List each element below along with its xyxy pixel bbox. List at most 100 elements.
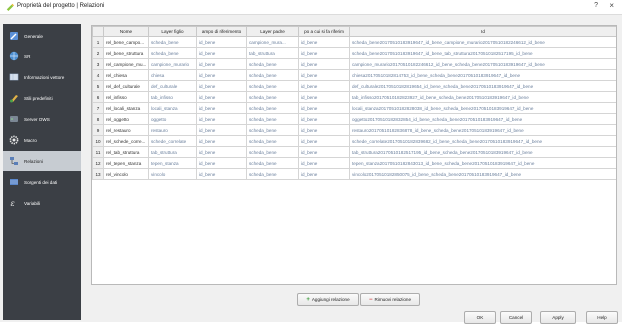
cell-layer-padre[interactable]: scheda_bene xyxy=(246,146,299,158)
cell-campo-riferimento[interactable]: id_bene xyxy=(196,80,247,92)
table-row[interactable]: 12 rel_tepen_stanza tepen_stanza id_bene sch… xyxy=(92,157,616,169)
row-number[interactable]: 10 xyxy=(92,135,104,147)
row-number[interactable]: 8 xyxy=(92,113,104,125)
cell-campo-riferito[interactable]: id_bene xyxy=(298,36,350,48)
sidebar-item-informazioni-vettore[interactable]: Informazioni vettore xyxy=(3,67,81,87)
sidebar-item-server-ows[interactable]: Server OWS xyxy=(3,109,81,129)
cell-id[interactable]: vincolo20170510182850075_id_bene_scheda_… xyxy=(349,168,616,180)
row-number[interactable]: 12 xyxy=(92,157,104,169)
cell-layer-figlio[interactable]: schede_correlate xyxy=(148,135,197,147)
sidebar-item-generale[interactable]: Generale xyxy=(3,26,81,46)
table-row[interactable]: 2 rel_bene_struttura scheda_bene id_bene tab… xyxy=(92,47,616,59)
column-header-id[interactable]: Id xyxy=(349,26,616,37)
row-number[interactable]: 13 xyxy=(92,168,104,180)
table-row[interactable]: 3 rel_campione_mu... campione_murario id_be… xyxy=(92,58,616,70)
cell-layer-padre[interactable]: scheda_bene xyxy=(246,124,299,136)
cell-id[interactable]: scheda_bene20170510183919647_id_bene_tab… xyxy=(349,47,616,59)
cell-nome[interactable]: rel_schede_corre... xyxy=(103,135,149,147)
cell-layer-figlio[interactable]: campione_murario xyxy=(148,58,197,70)
cell-id[interactable]: restauro20170510182836878_id_bene_scheda… xyxy=(349,124,616,136)
cell-campo-riferito[interactable]: id_bene xyxy=(298,113,350,125)
cell-layer-padre[interactable]: scheda_bene xyxy=(246,58,299,70)
column-header-campo-riferito[interactable]: po a cui si fa riferim xyxy=(298,26,350,37)
cell-layer-figlio[interactable]: scheda_bene xyxy=(148,36,197,48)
remove-relation-button[interactable]: − Rimuovi relazione xyxy=(360,293,420,306)
cell-campo-riferito[interactable]: id_bene xyxy=(298,146,350,158)
cell-layer-figlio[interactable]: scheda_bene xyxy=(148,47,197,59)
cell-campo-riferito[interactable]: id_bene xyxy=(298,69,350,81)
cancel-button[interactable]: Cancel xyxy=(500,311,532,324)
cell-layer-figlio[interactable]: def_culturale xyxy=(148,80,197,92)
window-close-button[interactable]: × xyxy=(609,1,614,10)
cell-id[interactable]: tepen_stanza20170510182843013_id_bene_sc… xyxy=(349,157,616,169)
cell-campo-riferimento[interactable]: id_bene xyxy=(196,36,247,48)
cell-id[interactable]: chiesa20170510182814753_id_bene_scheda_b… xyxy=(349,69,616,81)
cell-campo-riferimento[interactable]: id_bene xyxy=(196,113,247,125)
cell-layer-padre[interactable]: scheda_bene xyxy=(246,69,299,81)
table-row[interactable]: 5 rel_def_culturale def_culturale id_bene sc… xyxy=(92,80,616,92)
cell-campo-riferimento[interactable]: id_bene xyxy=(196,157,247,169)
cell-campo-riferimento[interactable]: id_bene xyxy=(196,135,247,147)
cell-nome[interactable]: rel_tab_struttura xyxy=(103,146,149,158)
cell-campo-riferimento[interactable]: id_bene xyxy=(196,146,247,158)
ok-button[interactable]: OK xyxy=(464,311,496,324)
cell-id[interactable]: tab_infisso20170510182823927_id_bene_sch… xyxy=(349,91,616,103)
sidebar-item-stili-predefiniti[interactable]: Stili predefiniti xyxy=(3,88,81,108)
table-row[interactable]: 11 rel_tab_struttura tab_struttura id_bene s… xyxy=(92,146,616,158)
cell-campo-riferimento[interactable]: id_bene xyxy=(196,102,247,114)
cell-id[interactable]: def_culturale20170510182819654_id_bene_s… xyxy=(349,80,616,92)
cell-nome[interactable]: rel_vincolo xyxy=(103,168,149,180)
cell-campo-riferito[interactable]: id_bene xyxy=(298,124,350,136)
cell-nome[interactable]: rel_def_culturale xyxy=(103,80,149,92)
cell-campo-riferito[interactable]: id_bene xyxy=(298,58,350,70)
cell-campo-riferito[interactable]: id_bene xyxy=(298,102,350,114)
cell-layer-figlio[interactable]: locali_stanza xyxy=(148,102,197,114)
cell-nome[interactable]: rel_restauro xyxy=(103,124,149,136)
cell-campo-riferito[interactable]: id_bene xyxy=(298,168,350,180)
column-header-nome[interactable]: Nome xyxy=(103,26,149,37)
cell-campo-riferimento[interactable]: id_bene xyxy=(196,47,247,59)
cell-nome[interactable]: rel_tepen_stanza xyxy=(103,157,149,169)
table-row[interactable]: 1 rel_bene_campo... scheda_bene id_bene camp… xyxy=(92,36,616,48)
sidebar-item-sorgenti-dei-dati[interactable]: Sorgenti dei dati xyxy=(3,172,81,192)
window-help-button[interactable]: ? xyxy=(594,2,598,9)
cell-nome[interactable]: rel_oggetto xyxy=(103,113,149,125)
cell-campo-riferimento[interactable]: id_bene xyxy=(196,69,247,81)
row-number[interactable]: 6 xyxy=(92,91,104,103)
cell-campo-riferito[interactable]: id_bene xyxy=(298,80,350,92)
column-header-layer-figlio[interactable]: Layer figlio xyxy=(148,26,197,37)
cell-nome[interactable]: rel_bene_struttura xyxy=(103,47,149,59)
table-row[interactable]: 13 rel_vincolo vincolo id_bene scheda_bene id… xyxy=(92,168,616,180)
cell-layer-figlio[interactable]: oggetto xyxy=(148,113,197,125)
cell-nome[interactable]: rel_chiesa xyxy=(103,69,149,81)
help-button[interactable]: Help xyxy=(586,311,618,324)
table-row[interactable]: 7 rel_locali_stanza locali_stanza id_bene sc… xyxy=(92,102,616,114)
column-header-layer-padre[interactable]: Layer padre xyxy=(246,26,299,37)
cell-layer-padre[interactable]: scheda_bene xyxy=(246,168,299,180)
cell-layer-padre[interactable]: scheda_bene xyxy=(246,113,299,125)
cell-nome[interactable]: rel_bene_campo... xyxy=(103,36,149,48)
table-corner-cell[interactable] xyxy=(92,26,104,37)
cell-layer-padre[interactable]: scheda_bene xyxy=(246,91,299,103)
sidebar-item-relazioni[interactable]: Relazioni xyxy=(3,151,81,171)
table-row[interactable]: 8 rel_oggetto oggetto id_bene scheda_bene id_… xyxy=(92,113,616,125)
row-number[interactable]: 9 xyxy=(92,124,104,136)
cell-id[interactable]: tab_struttura20170510182517195_id_bene_s… xyxy=(349,146,616,158)
row-number[interactable]: 2 xyxy=(92,47,104,59)
row-number[interactable]: 3 xyxy=(92,58,104,70)
row-number[interactable]: 11 xyxy=(92,146,104,158)
cell-campo-riferito[interactable]: id_bene xyxy=(298,47,350,59)
table-row[interactable]: 10 rel_schede_corre... schede_correlate id_… xyxy=(92,135,616,147)
table-row[interactable]: 9 rel_restauro restauro id_bene scheda_bene i… xyxy=(92,124,616,136)
cell-campo-riferito[interactable]: id_bene xyxy=(298,91,350,103)
cell-layer-figlio[interactable]: tepen_stanza xyxy=(148,157,197,169)
cell-layer-padre[interactable]: tab_struttura xyxy=(246,47,299,59)
sidebar-item-macro[interactable]: Macro xyxy=(3,130,81,150)
cell-layer-padre[interactable]: scheda_bene xyxy=(246,157,299,169)
cell-layer-figlio[interactable]: chiesa xyxy=(148,69,197,81)
add-relation-button[interactable]: + Aggiungi relazione xyxy=(297,293,359,306)
cell-id[interactable]: schede_correlate20170510182839682_id_ben… xyxy=(349,135,616,147)
cell-campo-riferito[interactable]: id_bene xyxy=(298,157,350,169)
row-number[interactable]: 4 xyxy=(92,69,104,81)
row-number[interactable]: 5 xyxy=(92,80,104,92)
